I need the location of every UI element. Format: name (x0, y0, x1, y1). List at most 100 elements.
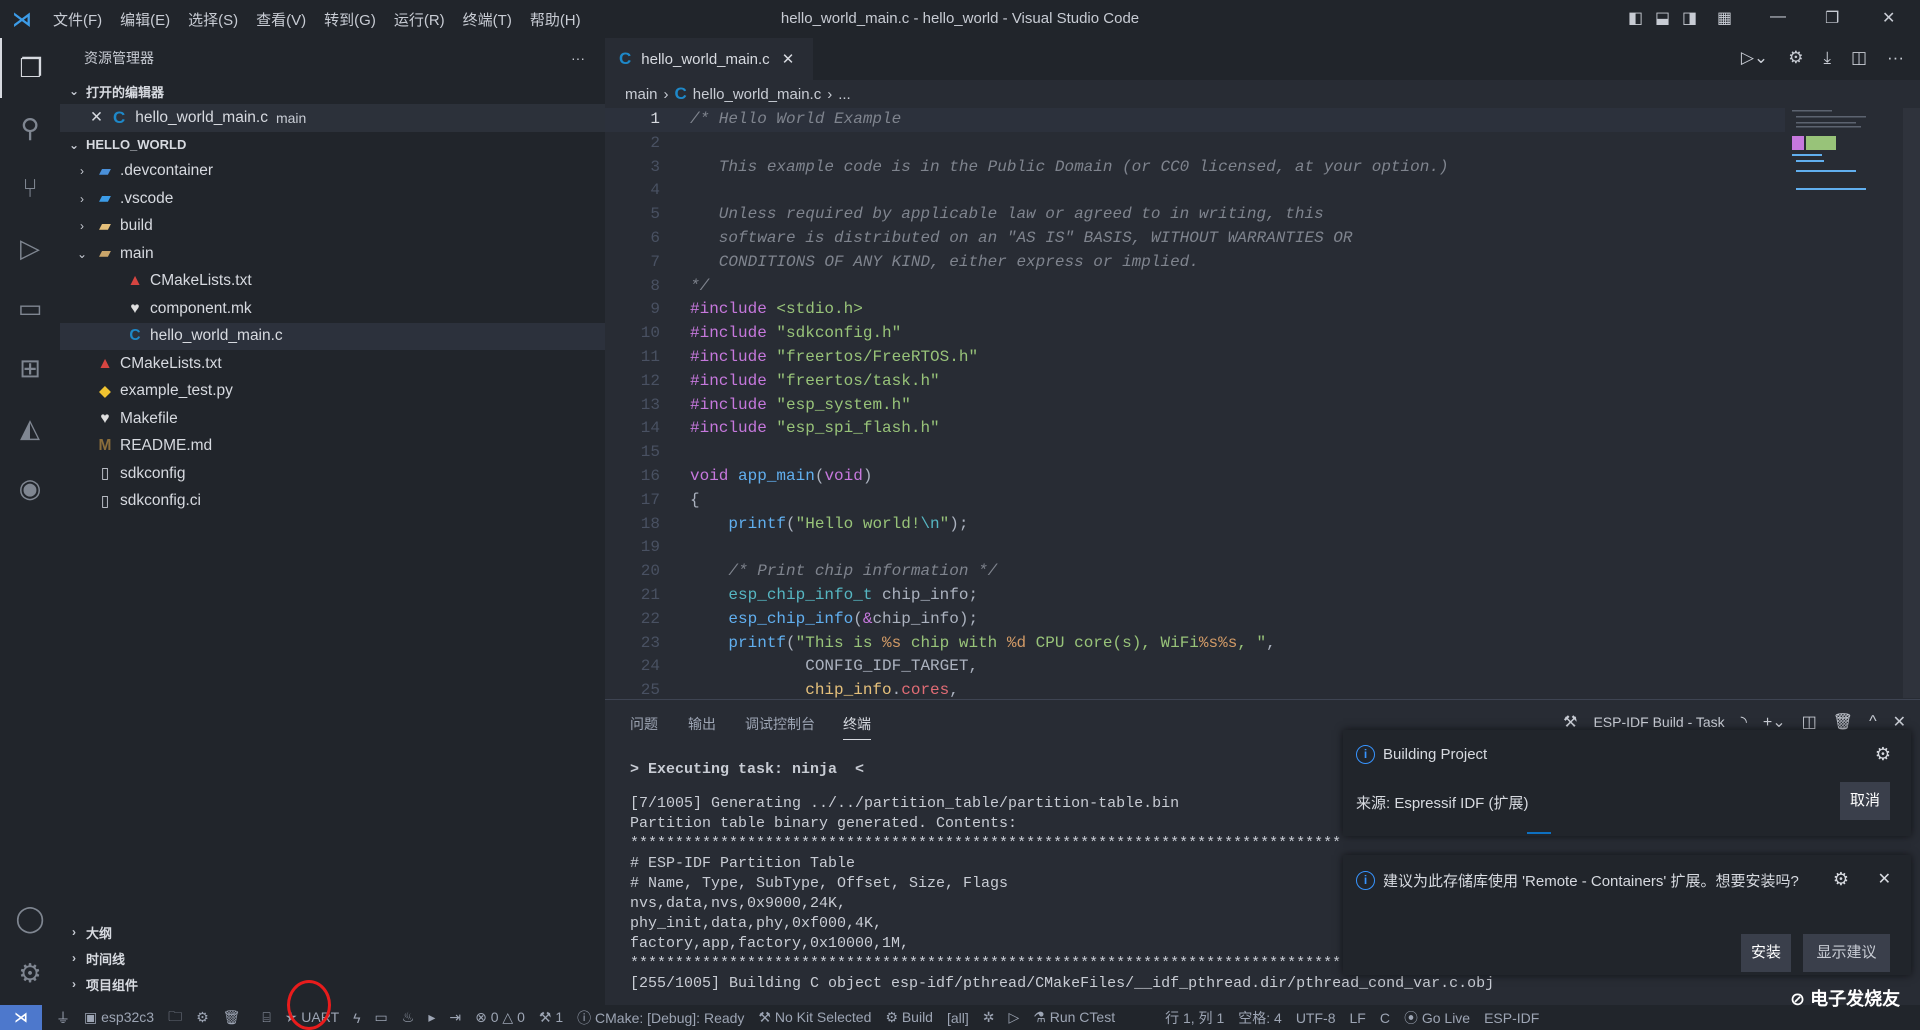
remote-indicator-icon[interactable]: ⋊ (0, 1005, 42, 1030)
maximize-panel-icon[interactable]: ^ (1869, 713, 1877, 731)
tab-problems[interactable]: 问题 (630, 714, 658, 734)
minimap[interactable] (1790, 108, 1890, 208)
line-ending[interactable]: LF (1349, 1010, 1365, 1026)
customize-layout-icon[interactable]: ▦ (1717, 8, 1732, 28)
toggle-panel-icon[interactable]: ⬓ (1655, 8, 1670, 28)
cancel-button[interactable]: 取消 (1840, 782, 1890, 820)
folder-item[interactable]: ⌄ ▰ main (60, 240, 605, 268)
tab-debug-console[interactable]: 调试控制台 (745, 714, 815, 734)
menuconfig-gear-icon[interactable]: ⚙ (196, 1009, 209, 1026)
flash-device-icon[interactable]: ⌸ (262, 1009, 270, 1026)
menu-item[interactable]: 转到(G) (315, 9, 385, 30)
cmake-build[interactable]: ⚙ Build (885, 1009, 933, 1026)
file-item[interactable]: ◆ example_test.py (60, 378, 605, 406)
settings-gear-icon[interactable]: ⚙ (1875, 744, 1891, 765)
tab-terminal[interactable]: 终端 (843, 714, 871, 740)
account-icon[interactable]: ◯ (0, 888, 60, 948)
timeline-section[interactable]: › 时间线 (60, 945, 605, 971)
language-mode[interactable]: C (1380, 1010, 1390, 1026)
menu-item[interactable]: 终端(T) (454, 9, 521, 30)
close-icon[interactable]: ✕ (782, 50, 795, 68)
folder-icon[interactable]: 🗀 (168, 1006, 182, 1030)
problems-indicator[interactable]: ⊗ 0 △ 0 (475, 1009, 525, 1026)
explorer-icon[interactable]: ❐ (0, 38, 60, 98)
menu-item[interactable]: 文件(F) (44, 9, 111, 30)
encoding[interactable]: UTF-8 (1296, 1010, 1336, 1026)
open-editors-section[interactable]: ⌄ 打开的编辑器 (60, 78, 605, 104)
run-ctest[interactable]: ⚗ Run CTest (1033, 1009, 1115, 1026)
tools-count[interactable]: ⚒ 1 (539, 1009, 563, 1026)
run-debug-icon[interactable]: ▷ (0, 218, 60, 278)
menu-item[interactable]: 运行(R) (385, 9, 454, 30)
show-recommendations-button[interactable]: 显示建议 (1803, 934, 1890, 972)
terminal-icon[interactable]: ▸ (428, 1009, 435, 1026)
search-icon[interactable]: ⚲ (0, 98, 60, 158)
minimize-button[interactable]: — (1770, 8, 1786, 26)
toggle-secondary-sidebar-icon[interactable]: ◨ (1682, 8, 1697, 28)
breadcrumb-item[interactable]: main (625, 86, 658, 103)
full-clean-trash-icon[interactable]: 🗑 (223, 1009, 241, 1026)
close-icon[interactable]: ✕ (1878, 869, 1891, 889)
close-icon[interactable]: ✕ (90, 108, 103, 127)
espressif-icon[interactable]: ◉ (0, 458, 60, 518)
menu-item[interactable]: 选择(S) (179, 9, 247, 30)
settings-gear-icon[interactable]: ⚙ (0, 943, 60, 1003)
outline-section[interactable]: › 大纲 (60, 919, 605, 945)
folder-item[interactable]: › ▰ build (60, 213, 605, 241)
new-terminal-icon[interactable]: +⌄ (1763, 712, 1786, 732)
folder-item[interactable]: › ▰ .devcontainer (60, 158, 605, 186)
esp-idf-explorer-icon[interactable]: ◭ (0, 398, 60, 458)
tab-hello-world-main-c[interactable]: C hello_world_main.c ✕ (605, 38, 813, 80)
run-icon[interactable]: ▷ (1009, 1009, 1020, 1026)
more-actions-icon[interactable]: ··· (1887, 48, 1904, 68)
cursor-position[interactable]: 行 1, 列 1 (1165, 1008, 1224, 1028)
run-debug-icon[interactable]: ▷⌄ (1741, 48, 1768, 68)
flash-lightning-icon[interactable]: ϟ (353, 1010, 360, 1026)
file-item[interactable]: ♥ component.mk (60, 295, 605, 323)
file-item[interactable]: ▲ CMakeLists.txt (60, 350, 605, 378)
file-item[interactable]: ▲ CMakeLists.txt (60, 268, 605, 296)
open-editor-item[interactable]: ✕ C hello_world_main.c main (60, 104, 605, 132)
target-chip[interactable]: ▣ esp32c3 (84, 1009, 154, 1026)
go-live[interactable]: ⦿ Go Live (1404, 1008, 1470, 1028)
settings-gear-icon[interactable]: ⚙ (1788, 48, 1803, 68)
cmake-status[interactable]: ⓘ CMake: [Debug]: Ready (577, 1008, 744, 1028)
settings-gear-icon[interactable]: ⚙ (1833, 869, 1849, 890)
remote-explorer-icon[interactable]: ▭ (0, 278, 60, 338)
plug-icon[interactable]: ⏚ (56, 1008, 70, 1028)
build-target[interactable]: [all] (947, 1010, 969, 1026)
folder-item[interactable]: › ▰ .vscode (60, 185, 605, 213)
file-item[interactable]: Chello_world_main.c (60, 322, 605, 350)
menu-item[interactable]: 编辑(E) (111, 9, 179, 30)
more-actions-icon[interactable]: ··· (571, 50, 585, 66)
code-editor[interactable]: 1/* Hello World Example 2 3 This example c… (605, 108, 1785, 698)
restore-button[interactable]: ❐ (1825, 8, 1839, 28)
cmake-kit[interactable]: ⚒ No Kit Selected (758, 1009, 871, 1026)
monitor-icon[interactable]: ▭ (375, 1009, 388, 1026)
split-editor-icon[interactable]: ◫ (1851, 48, 1867, 68)
breadcrumb-item[interactable]: hello_world_main.c (693, 86, 821, 103)
file-item[interactable]: ▯ sdkconfig (60, 460, 605, 488)
terminal-task-name[interactable]: ESP-IDF Build - Task (1593, 714, 1724, 730)
toggle-sidebar-icon[interactable]: ◧ (1628, 8, 1643, 28)
flame-icon[interactable]: ♨ (402, 1009, 415, 1026)
workspace-section[interactable]: ⌄ HELLO_WORLD (60, 132, 605, 158)
menu-item[interactable]: 帮助(H) (521, 9, 590, 30)
file-item[interactable]: M README.md (60, 433, 605, 461)
file-item[interactable]: ♥ Makefile (60, 405, 605, 433)
install-button[interactable]: 安装 (1741, 934, 1791, 972)
split-terminal-icon[interactable]: ◫ (1802, 712, 1817, 732)
project-components-section[interactable]: › 项目组件 (60, 971, 605, 997)
indentation[interactable]: 空格: 4 (1238, 1008, 1282, 1028)
debug-bug-icon[interactable]: ✲ (983, 1009, 995, 1026)
breadcrumb-item[interactable]: ... (838, 86, 851, 103)
trash-icon[interactable]: 🗑 (1833, 712, 1853, 732)
editor-scrollbar[interactable] (1903, 108, 1920, 698)
tab-output[interactable]: 输出 (688, 714, 716, 734)
run-task-icon[interactable]: ⇥ (449, 1009, 461, 1026)
download-icon[interactable]: ⤓ (1823, 48, 1831, 68)
esp-idf-status[interactable]: ESP-IDF (1484, 1010, 1539, 1026)
close-panel-icon[interactable]: ✕ (1893, 712, 1906, 732)
close-button[interactable]: ✕ (1882, 8, 1895, 28)
file-item[interactable]: ▯ sdkconfig.ci (60, 488, 605, 516)
